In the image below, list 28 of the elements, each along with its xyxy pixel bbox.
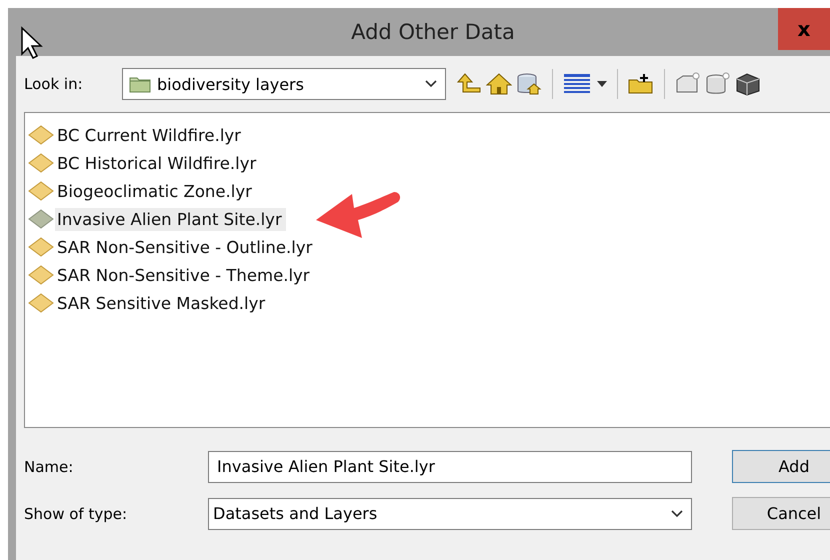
caret-icon[interactable] — [597, 81, 607, 87]
list-view-icon[interactable] — [563, 72, 593, 96]
look-in-label: Look in: — [24, 75, 84, 93]
chevron-icon — [671, 510, 683, 518]
add-button[interactable]: Add — [732, 450, 830, 483]
look-in-dropdown[interactable]: biodiversity layers — [122, 68, 446, 100]
file-item[interactable]: BC Current Wildfire.lyr — [55, 124, 245, 146]
chevron-icon — [425, 80, 437, 88]
cylinder-icon[interactable] — [705, 72, 731, 96]
mouse-pointer-icon — [20, 26, 44, 60]
new-folder-icon[interactable] — [628, 72, 654, 96]
name-label: Name: — [24, 458, 74, 476]
file-item[interactable]: SAR Non-Sensitive - Theme.lyr — [55, 264, 314, 286]
cancel-button[interactable]: Cancel — [732, 497, 830, 530]
home-icon[interactable] — [486, 72, 512, 96]
type-label: Show of type: — [24, 504, 128, 522]
file-item[interactable]: Invasive Alien Plant Site.lyr — [55, 208, 286, 230]
folder-icon — [129, 75, 151, 93]
name-field[interactable]: Invasive Alien Plant Site.lyr — [208, 450, 692, 482]
window-title: Add Other Data — [351, 20, 515, 44]
database-icon[interactable] — [516, 72, 542, 96]
file-item[interactable]: BC Historical Wildfire.lyr — [55, 152, 260, 174]
file-item[interactable]: Biogeoclimatic Zone.lyr — [55, 180, 256, 202]
cube-icon[interactable] — [735, 72, 761, 96]
file-item[interactable]: SAR Sensitive Masked.lyr — [55, 292, 270, 314]
type-dropdown[interactable]: Datasets and Layers — [208, 498, 692, 530]
file-item[interactable]: SAR Non-Sensitive - Outline.lyr — [55, 236, 316, 258]
close-button[interactable]: x — [778, 8, 830, 50]
